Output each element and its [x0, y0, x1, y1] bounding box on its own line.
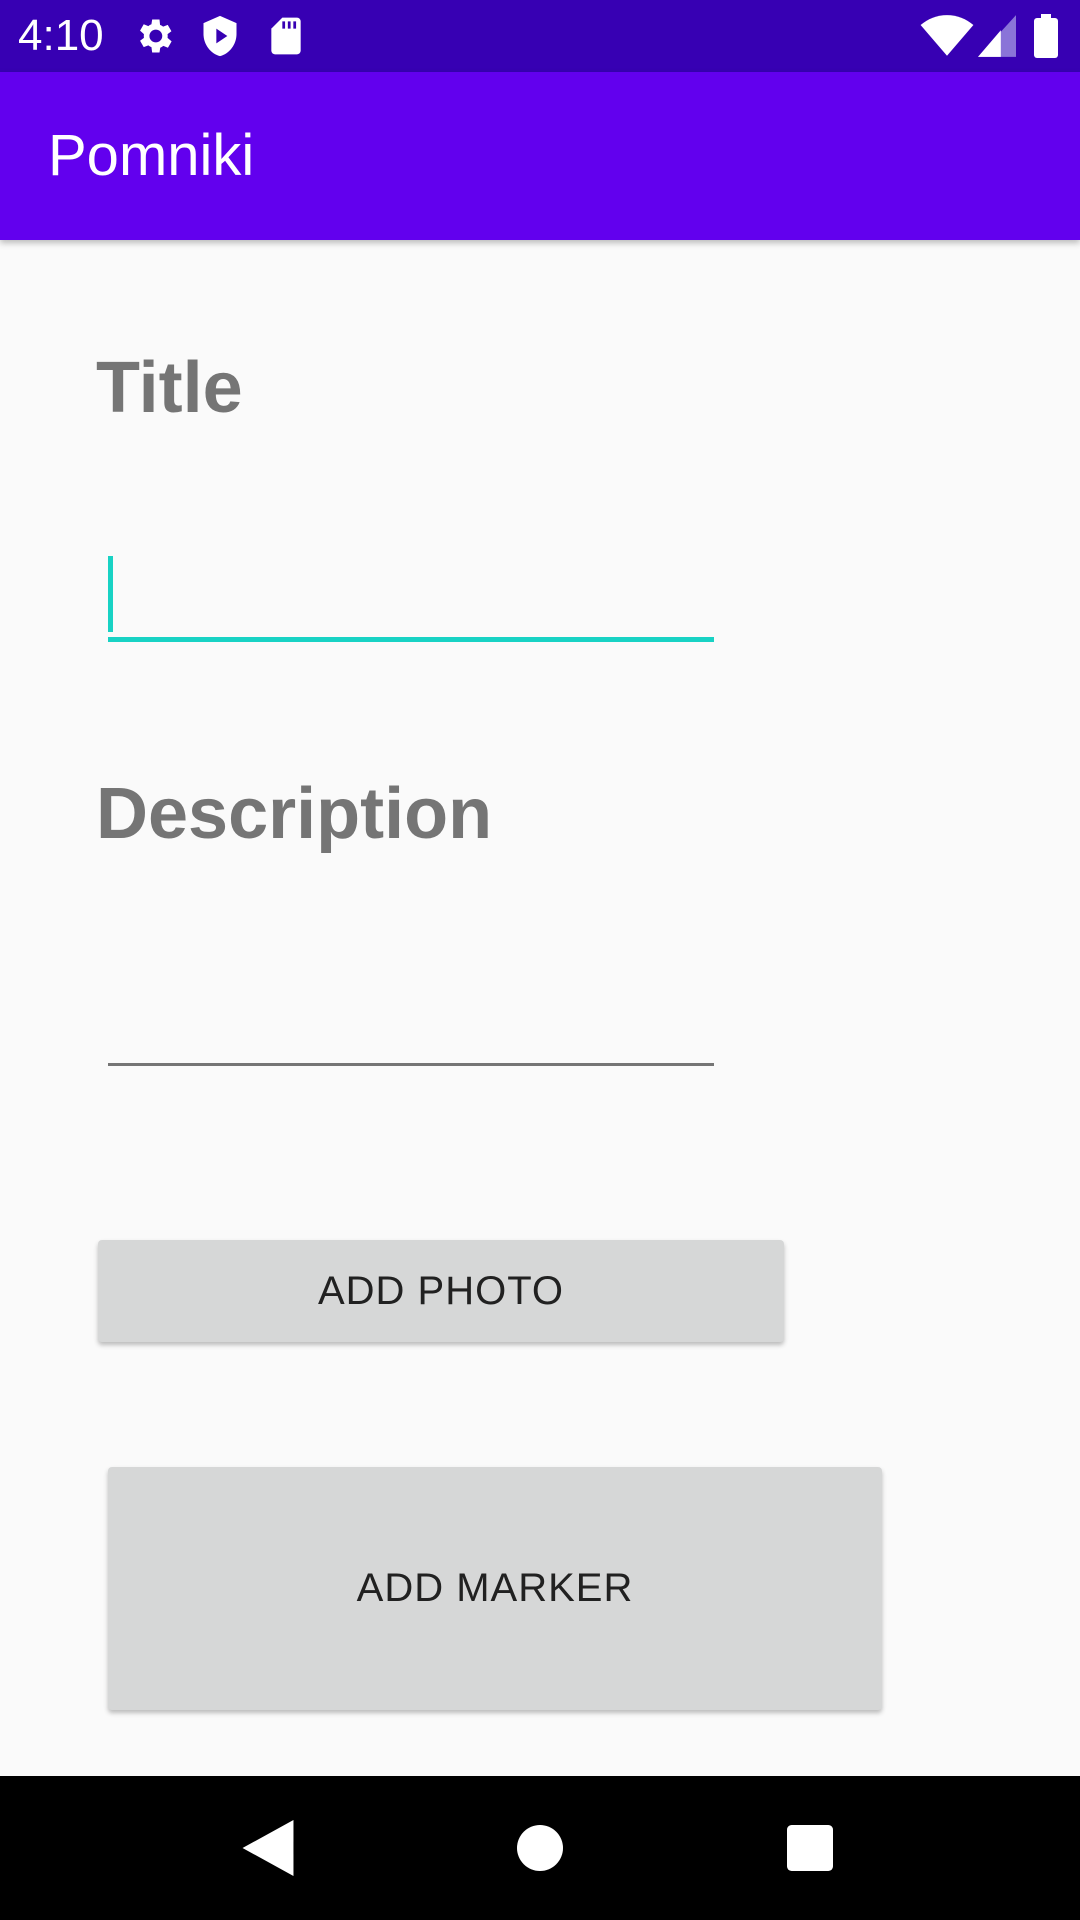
cell-signal-icon [978, 14, 1016, 63]
description-input-underline [108, 1063, 714, 1066]
title-input-underline [108, 637, 714, 642]
back-icon[interactable] [208, 1776, 328, 1920]
app-bar: Pomniki [0, 72, 1080, 240]
add-marker-label: ADD MARKER [356, 1566, 634, 1610]
wifi-icon [920, 14, 974, 63]
app-title: Pomniki [48, 123, 255, 188]
text-cursor [108, 556, 113, 632]
title-input[interactable] [108, 552, 714, 642]
add-photo-label: ADD PHOTO [317, 1268, 565, 1313]
add-marker-button[interactable]: ADD MARKER [108, 1467, 882, 1710]
description-input[interactable] [108, 976, 714, 1066]
gear-icon [132, 14, 176, 63]
navigation-bar [0, 1776, 1080, 1920]
shield-play-icon [198, 14, 242, 63]
status-bar: 4:10 [0, 0, 1080, 72]
title-label: Title [96, 348, 243, 428]
add-photo-button[interactable]: ADD PHOTO [98, 1240, 784, 1342]
home-icon[interactable] [480, 1776, 600, 1920]
description-label: Description [96, 774, 493, 854]
recents-icon[interactable] [750, 1776, 870, 1920]
status-time: 4:10 [18, 11, 104, 60]
battery-icon [1034, 14, 1058, 63]
sd-card-icon [264, 14, 308, 63]
